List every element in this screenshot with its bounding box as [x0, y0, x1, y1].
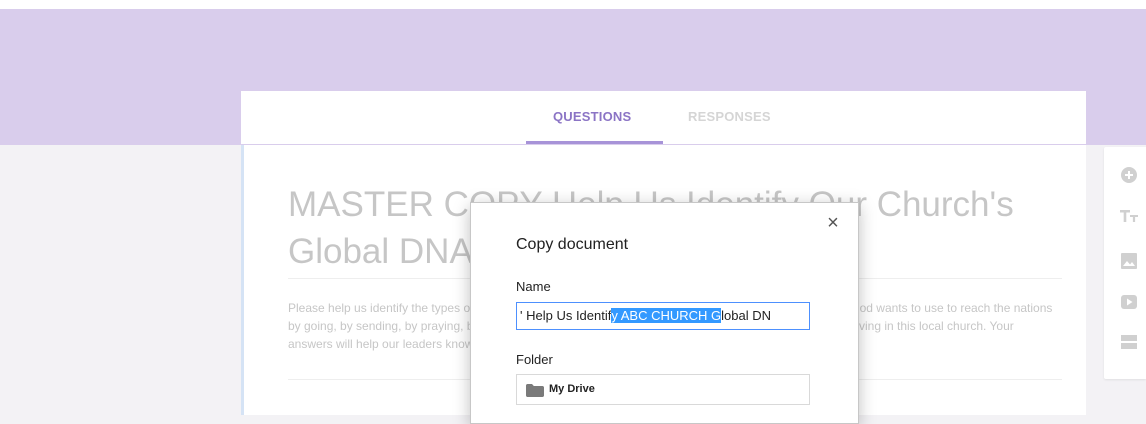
top-strip — [0, 0, 1146, 9]
folder-icon — [526, 384, 544, 397]
folder-value: My Drive — [549, 383, 595, 395]
add-section-icon[interactable] — [1118, 331, 1140, 353]
name-text-before: ' Help Us Identif — [520, 308, 612, 323]
close-icon[interactable]: × — [825, 213, 841, 233]
add-image-icon[interactable] — [1118, 250, 1140, 272]
folder-picker[interactable]: My Drive — [516, 374, 810, 405]
tab-bar: QUESTIONS RESPONSES — [241, 91, 1086, 144]
name-label: Name — [516, 279, 551, 294]
add-title-icon[interactable] — [1118, 205, 1140, 227]
name-text-selected: y ABC CHURCH G — [611, 308, 722, 323]
name-field[interactable]: ' Help Us Identify ABC CHURCH Global DN — [516, 302, 810, 330]
add-video-icon[interactable] — [1118, 291, 1140, 313]
folder-label: Folder — [516, 352, 553, 367]
side-toolbar — [1104, 147, 1146, 379]
dialog-title: Copy document — [516, 236, 629, 253]
active-tab-indicator — [526, 141, 663, 144]
tab-responses[interactable]: RESPONSES — [688, 109, 771, 124]
tab-questions[interactable]: QUESTIONS — [553, 109, 631, 124]
add-question-icon[interactable] — [1118, 164, 1140, 186]
copy-document-dialog: × Copy document Name ' Help Us Identify … — [470, 202, 859, 424]
name-text-after: lobal DN — [721, 308, 772, 323]
